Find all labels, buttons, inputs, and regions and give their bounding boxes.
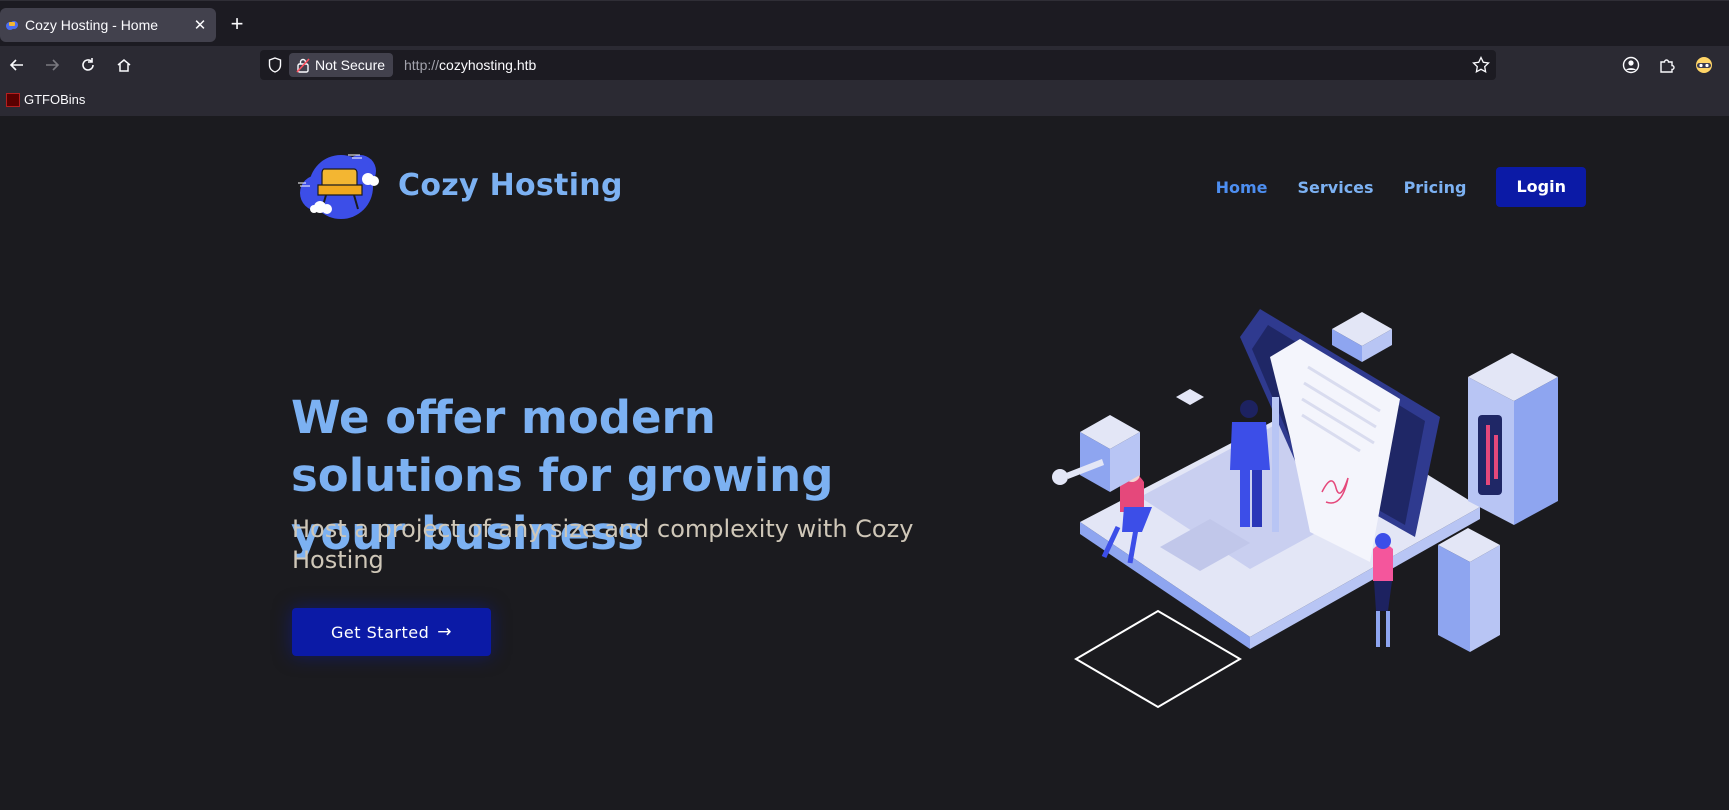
insecure-lock-icon (296, 58, 310, 73)
not-secure-label: Not Secure (315, 57, 386, 73)
reload-icon (82, 58, 94, 71)
url-host: cozyhosting.htb (439, 57, 537, 73)
not-secure-badge[interactable]: Not Secure (289, 53, 394, 77)
browser-toolbar: Not Secure http://cozyhosting.htb (0, 46, 1729, 84)
tracking-shield-icon[interactable] (266, 56, 284, 74)
reload-button[interactable] (76, 53, 100, 77)
web-page: Cozy Hosting Home Services Pricing Login… (0, 117, 1729, 810)
account-button[interactable] (1619, 53, 1643, 77)
forward-button[interactable] (40, 53, 64, 77)
site-logo[interactable]: Cozy Hosting (296, 147, 623, 223)
home-button[interactable] (112, 53, 136, 77)
hero-subtitle: Host a project of any size and complexit… (292, 515, 914, 574)
private-mask-icon (1696, 57, 1712, 73)
brand-name: Cozy Hosting (398, 167, 623, 203)
login-button[interactable]: Login (1496, 167, 1586, 207)
forward-arrow-icon (46, 59, 60, 71)
tab-title: Cozy Hosting - Home (25, 17, 159, 33)
get-started-button[interactable]: Get Started → (292, 608, 491, 656)
home-icon (117, 59, 131, 72)
bookmarks-toolbar: GTFOBins (0, 84, 1729, 117)
back-button[interactable] (5, 53, 29, 77)
tab-strip: Cozy Hosting - Home ✕ + (0, 0, 1729, 46)
nav-home[interactable]: Home (1216, 178, 1268, 197)
account-icon (1622, 56, 1640, 74)
site-favicon-icon (6, 21, 18, 30)
url-text[interactable]: http://cozyhosting.htb (404, 57, 536, 73)
new-tab-button[interactable]: + (225, 12, 249, 36)
hero-laptop-illustration (1052, 309, 1558, 709)
cozy-armchair-cloud-icon (298, 154, 379, 219)
back-arrow-icon (9, 59, 23, 71)
tab-close-icon[interactable]: ✕ (192, 16, 208, 34)
url-bar[interactable]: Not Secure http://cozyhosting.htb (260, 50, 1496, 80)
gtfobins-favicon-icon (6, 92, 20, 107)
bookmark-gtfobins[interactable]: GTFOBins (6, 92, 85, 107)
bookmark-label: GTFOBins (24, 92, 86, 107)
arrow-right-icon: → (437, 622, 452, 642)
puzzle-icon (1660, 59, 1675, 73)
nav-pricing[interactable]: Pricing (1404, 178, 1467, 197)
bookmark-star-icon[interactable] (1472, 56, 1490, 74)
private-browsing-button[interactable] (1692, 53, 1716, 77)
nav-services[interactable]: Services (1298, 178, 1374, 197)
browser-tab[interactable]: Cozy Hosting - Home ✕ (0, 8, 216, 42)
extensions-button[interactable] (1655, 53, 1679, 77)
get-started-label: Get Started (331, 622, 430, 642)
url-scheme: http:// (404, 57, 440, 73)
site-navigation: Home Services Pricing Login (1186, 167, 1586, 207)
